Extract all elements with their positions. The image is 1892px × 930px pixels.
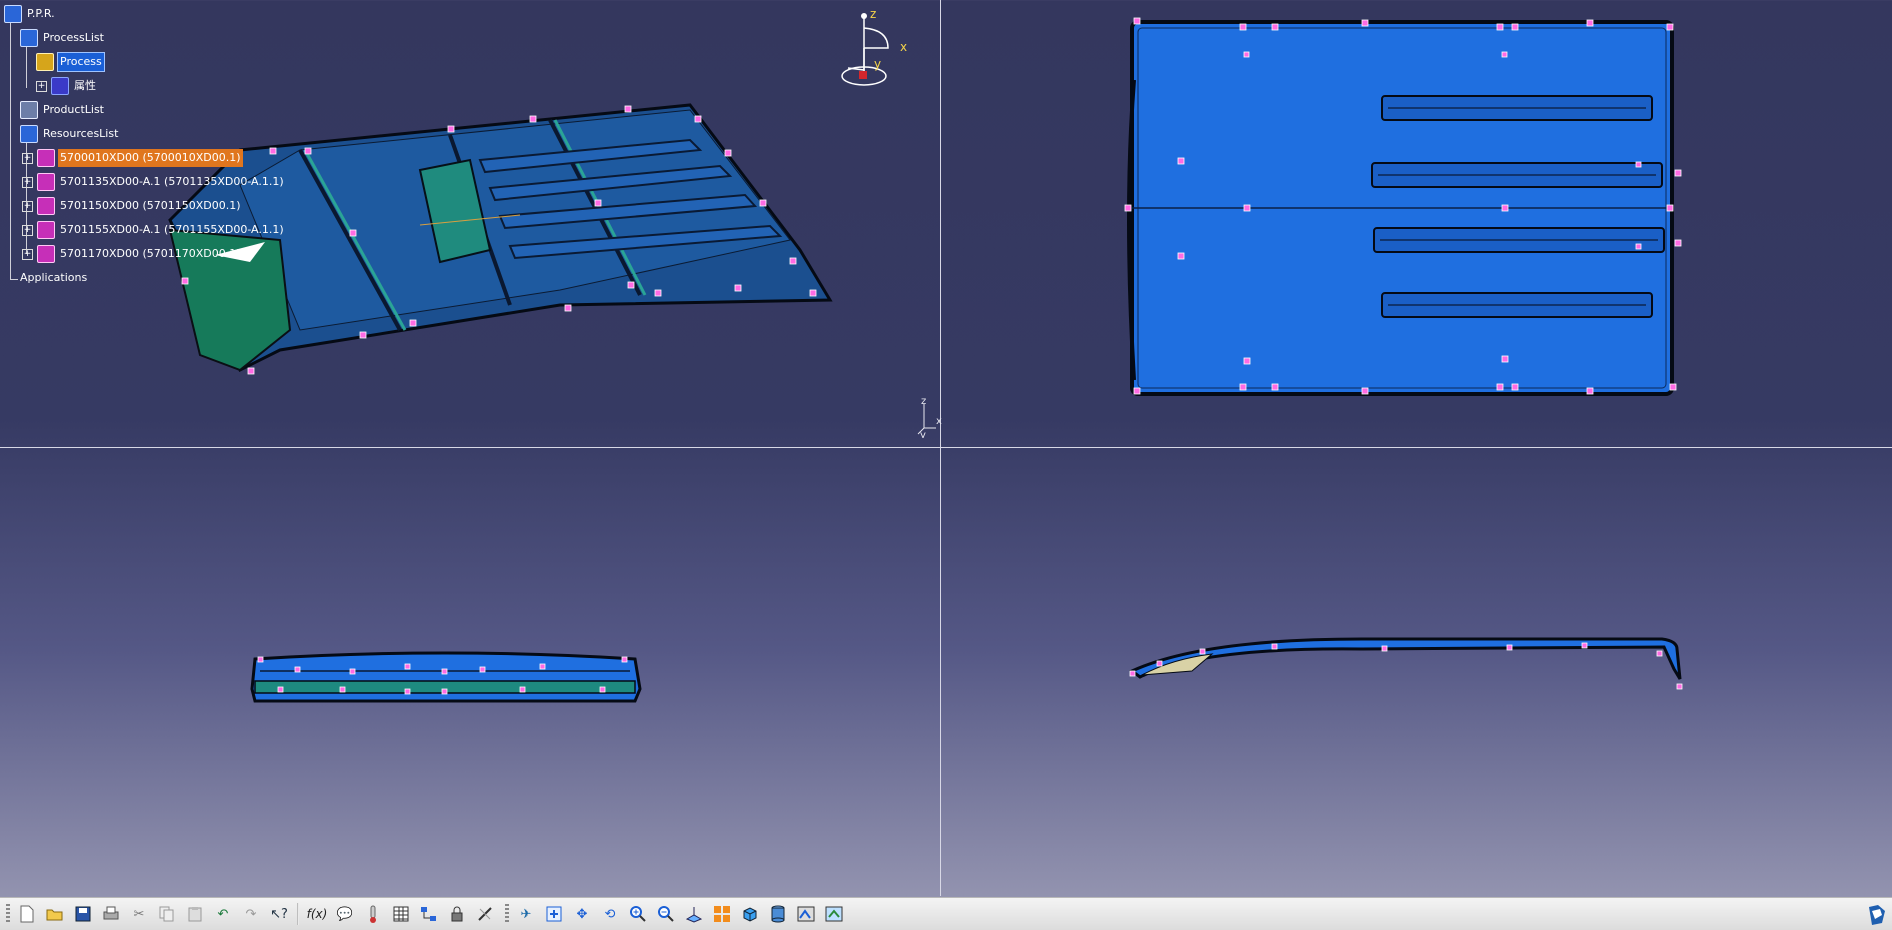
tree-label-resource: 5701170XD00 (5701170XD00.1)	[60, 247, 241, 260]
expand-icon[interactable]: +	[22, 200, 33, 212]
resources-list-icon	[20, 125, 38, 143]
tree-node-resource[interactable]: + 5700010XD00 (5700010XD00.1)	[22, 149, 243, 167]
rotate-icon[interactable]: ⟲	[599, 903, 621, 925]
print-icon[interactable]	[100, 903, 122, 925]
redo-icon[interactable]: ↷	[240, 903, 262, 925]
resource-icon	[37, 221, 55, 239]
cut-icon[interactable]: ✂	[128, 903, 150, 925]
product-list-icon	[20, 101, 38, 119]
resource-icon	[37, 173, 55, 191]
brand-logo-icon	[1866, 903, 1888, 927]
tree-label-applications: Applications	[20, 271, 88, 284]
tree-label-productlist: ProductList	[43, 103, 104, 116]
tree-expand-icon[interactable]	[418, 903, 440, 925]
knowledge-icon[interactable]: 💬	[334, 903, 356, 925]
toolbar-grip[interactable]	[6, 904, 10, 924]
specification-tree[interactable]: P.P.R. ProcessList Process + 属性 ProductL…	[0, 0, 320, 300]
iso-view-icon[interactable]	[739, 903, 761, 925]
tree-label-resource: 5700010XD00 (5700010XD00.1)	[58, 149, 243, 167]
tree-label-resource: 5701135XD00-A.1 (5701135XD00-A.1.1)	[60, 175, 284, 188]
toolbar-grip[interactable]	[505, 904, 509, 924]
tree-label-property: 属性	[74, 79, 96, 92]
tree-node-resource[interactable]: + 5701155XD00-A.1 (5701155XD00-A.1.1)	[22, 221, 286, 239]
tree-label-processlist: ProcessList	[43, 31, 104, 44]
fly-mode-icon[interactable]: ✈	[515, 903, 537, 925]
copy-icon[interactable]	[156, 903, 178, 925]
ppr-icon	[4, 5, 22, 23]
bottom-toolbar: ✂ ↶ ↷ ↖? f(x) 💬 ✈ ✥ ⟲	[0, 897, 1892, 930]
visual-mode-icon[interactable]	[767, 903, 789, 925]
save-icon[interactable]	[72, 903, 94, 925]
resource-icon	[37, 197, 55, 215]
lock-icon[interactable]	[446, 903, 468, 925]
zoom-out-icon[interactable]	[655, 903, 677, 925]
toolbar-separator	[297, 903, 299, 925]
tree-node-processlist[interactable]: ProcessList	[20, 29, 106, 47]
property-icon	[51, 77, 69, 95]
viewport-divider-horizontal[interactable]	[0, 447, 1892, 448]
tree-node-resource[interactable]: + 5701135XD00-A.1 (5701135XD00-A.1.1)	[22, 173, 286, 191]
tree-node-process[interactable]: Process	[36, 52, 105, 72]
whats-this-icon[interactable]: ↖?	[268, 903, 290, 925]
formula-icon[interactable]: f(x)	[306, 903, 328, 925]
tree-node-ppr[interactable]: P.P.R.	[4, 5, 57, 23]
expand-icon[interactable]: +	[22, 224, 33, 236]
tree-label-resourceslist: ResourcesList	[43, 127, 119, 140]
normal-view-icon[interactable]	[683, 903, 705, 925]
roof-panel-side	[1129, 637, 1682, 680]
resource-icon	[37, 245, 55, 263]
tree-label-resource: 5701155XD00-A.1 (5701155XD00-A.1.1)	[60, 223, 284, 236]
table-icon[interactable]	[390, 903, 412, 925]
compass[interactable]: z x y	[838, 8, 912, 92]
tree-node-property[interactable]: + 属性	[36, 77, 98, 95]
new-icon[interactable]	[16, 903, 38, 925]
open-icon[interactable]	[44, 903, 66, 925]
mini-axis-y: y	[920, 430, 926, 438]
compass-y-label: y	[874, 57, 881, 71]
tree-label-process: Process	[57, 52, 105, 72]
tree-label-resource: 5701150XD00 (5701150XD00.1)	[60, 199, 241, 212]
process-list-icon	[20, 29, 38, 47]
compass-z-label: z	[870, 8, 876, 21]
paste-icon[interactable]	[184, 903, 206, 925]
thermometer-icon[interactable]	[362, 903, 384, 925]
tree-node-resource[interactable]: + 5701170XD00 (5701170XD00.1)	[22, 245, 243, 263]
zoom-in-icon[interactable]	[627, 903, 649, 925]
tree-node-productlist[interactable]: ProductList	[20, 101, 106, 119]
quick-view-icon[interactable]	[711, 903, 733, 925]
tree-node-resource[interactable]: + 5701150XD00 (5701150XD00.1)	[22, 197, 243, 215]
expand-icon[interactable]: +	[36, 80, 47, 92]
mini-axis-z: z	[921, 398, 926, 407]
viewport-top[interactable]	[942, 0, 1892, 447]
pan-icon[interactable]: ✥	[571, 903, 593, 925]
expand-icon[interactable]: +	[22, 248, 33, 260]
expand-icon[interactable]: +	[22, 152, 33, 164]
process-icon	[36, 53, 54, 71]
undo-icon[interactable]: ↶	[212, 903, 234, 925]
viewport-side[interactable]	[942, 449, 1892, 896]
expand-icon[interactable]: +	[22, 176, 33, 188]
hide-show-icon[interactable]	[795, 903, 817, 925]
mini-axis-x: x	[936, 416, 942, 427]
tree-label-ppr: P.P.R.	[27, 7, 55, 20]
tree-node-resourceslist[interactable]: ResourcesList	[20, 125, 120, 143]
swap-visible-icon[interactable]	[823, 903, 845, 925]
resource-icon	[37, 149, 55, 167]
tree-node-applications[interactable]: Applications	[18, 269, 89, 287]
model-axis-indicator: z x y	[912, 398, 942, 438]
viewport-front[interactable]	[0, 449, 940, 896]
compass-x-label: x	[900, 40, 907, 54]
viewport-divider-vertical[interactable]	[940, 0, 941, 896]
fit-all-icon[interactable]	[543, 903, 565, 925]
measure-icon[interactable]	[474, 903, 496, 925]
